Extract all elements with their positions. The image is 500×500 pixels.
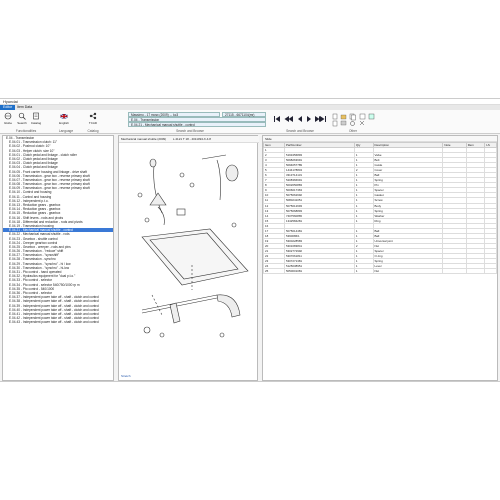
list-icon[interactable] <box>359 113 366 120</box>
table-cell: 1 <box>353 268 374 275</box>
first-page-icon[interactable] <box>274 116 280 122</box>
globe-button[interactable]: Globe <box>2 112 14 128</box>
parts-table-panel: Slide Item PartNumber Qty Description Note Re… <box>262 135 498 381</box>
diagram-code: L.4121 T 18 - 4011094-fr-4.8 <box>172 137 211 141</box>
settings-icon[interactable] <box>350 121 355 126</box>
app-title: Hyundai <box>3 99 18 104</box>
print-icon[interactable] <box>340 120 347 126</box>
close-icon[interactable] <box>359 120 365 126</box>
functionalities-group-label: Functionalities <box>15 129 37 133</box>
table-row[interactable]: 25 5050001081 1 Nut <box>263 268 497 275</box>
table-cell <box>442 268 467 275</box>
catalog-button[interactable]: Catalog <box>30 112 42 128</box>
other-tools <box>332 113 384 127</box>
share-icon <box>89 112 97 120</box>
search-label: Search <box>17 121 27 125</box>
table-cell: 5050001081 <box>283 268 355 275</box>
uk-flag-icon <box>60 113 68 119</box>
catalog-icon <box>33 112 39 120</box>
last-page-icon[interactable] <box>320 116 326 122</box>
table-cell <box>465 268 486 275</box>
folder-icon[interactable] <box>340 114 347 120</box>
tcad-button[interactable]: TCAD <box>87 112 99 128</box>
breadcrumb-subgroup[interactable]: E.04.21 - Mechanical manual shuttle - co… <box>128 122 266 127</box>
ribbon: Globe Search Catalog Functionalities Eng… <box>0 110 500 134</box>
parts-table: Item PartNumber Qty Description Note Rem LS 12… <box>263 142 497 275</box>
tcad-label: TCAD <box>88 121 98 125</box>
globe-icon <box>4 112 12 120</box>
image-icon[interactable] <box>368 113 375 120</box>
tree-item[interactable]: E.04.38 - Independent power take off - s… <box>3 299 113 303</box>
export-icon[interactable] <box>332 120 338 127</box>
app-window: Hyundai Editor Item Data Globe Search Ca… <box>0 98 500 382</box>
catalog-label: Catalog <box>30 121 42 125</box>
table-cell: Nut <box>372 268 444 275</box>
tree-item[interactable]: E.04.43 - Independent power take off - s… <box>3 320 113 324</box>
table-cell <box>484 268 497 275</box>
forward-icon[interactable] <box>307 116 311 122</box>
nav-group-label: Search and Browse <box>286 129 314 133</box>
nav-buttons <box>273 115 327 123</box>
diagram-title: Mechanical manual shuttle (2009) <box>121 137 167 141</box>
table-cell: 25 <box>263 268 285 275</box>
diagram-footer-link[interactable]: Stretch <box>121 374 131 378</box>
catalog-tree[interactable]: E.04 - Transmission E.04.01 - Transmissio… <box>2 135 114 381</box>
status-bar <box>0 381 500 382</box>
language-group-label: Language <box>58 129 74 133</box>
exploded-diagram-panel: Mechanical manual shuttle (2009) L.4121 … <box>118 135 259 381</box>
document-icon[interactable] <box>332 113 338 120</box>
diagram-header: Mechanical manual shuttle (2009) L.4121 … <box>119 136 259 143</box>
back-icon[interactable] <box>298 116 302 122</box>
globe-label: Globe <box>3 121 12 125</box>
breadcrumb-subgroup-text: E.04.21 - Mechanical manual shuttle - co… <box>131 123 195 127</box>
search-browse-group-label: Search and Browse <box>176 129 204 133</box>
english-label: English <box>59 121 69 125</box>
search-icon <box>18 112 26 120</box>
other-group-label: Other <box>349 129 357 133</box>
search-button[interactable]: Search <box>16 112 28 128</box>
copy-icon[interactable] <box>349 113 356 121</box>
exploded-diagram[interactable] <box>122 145 256 370</box>
previous-page-icon[interactable] <box>284 116 294 122</box>
catalog-group-label: Catalog <box>87 129 99 133</box>
table-body: 1 2 5193456893 1 Valve 3 5098263691 1 Bolt 4 50940… <box>263 146 497 275</box>
english-button[interactable]: English <box>58 112 70 128</box>
